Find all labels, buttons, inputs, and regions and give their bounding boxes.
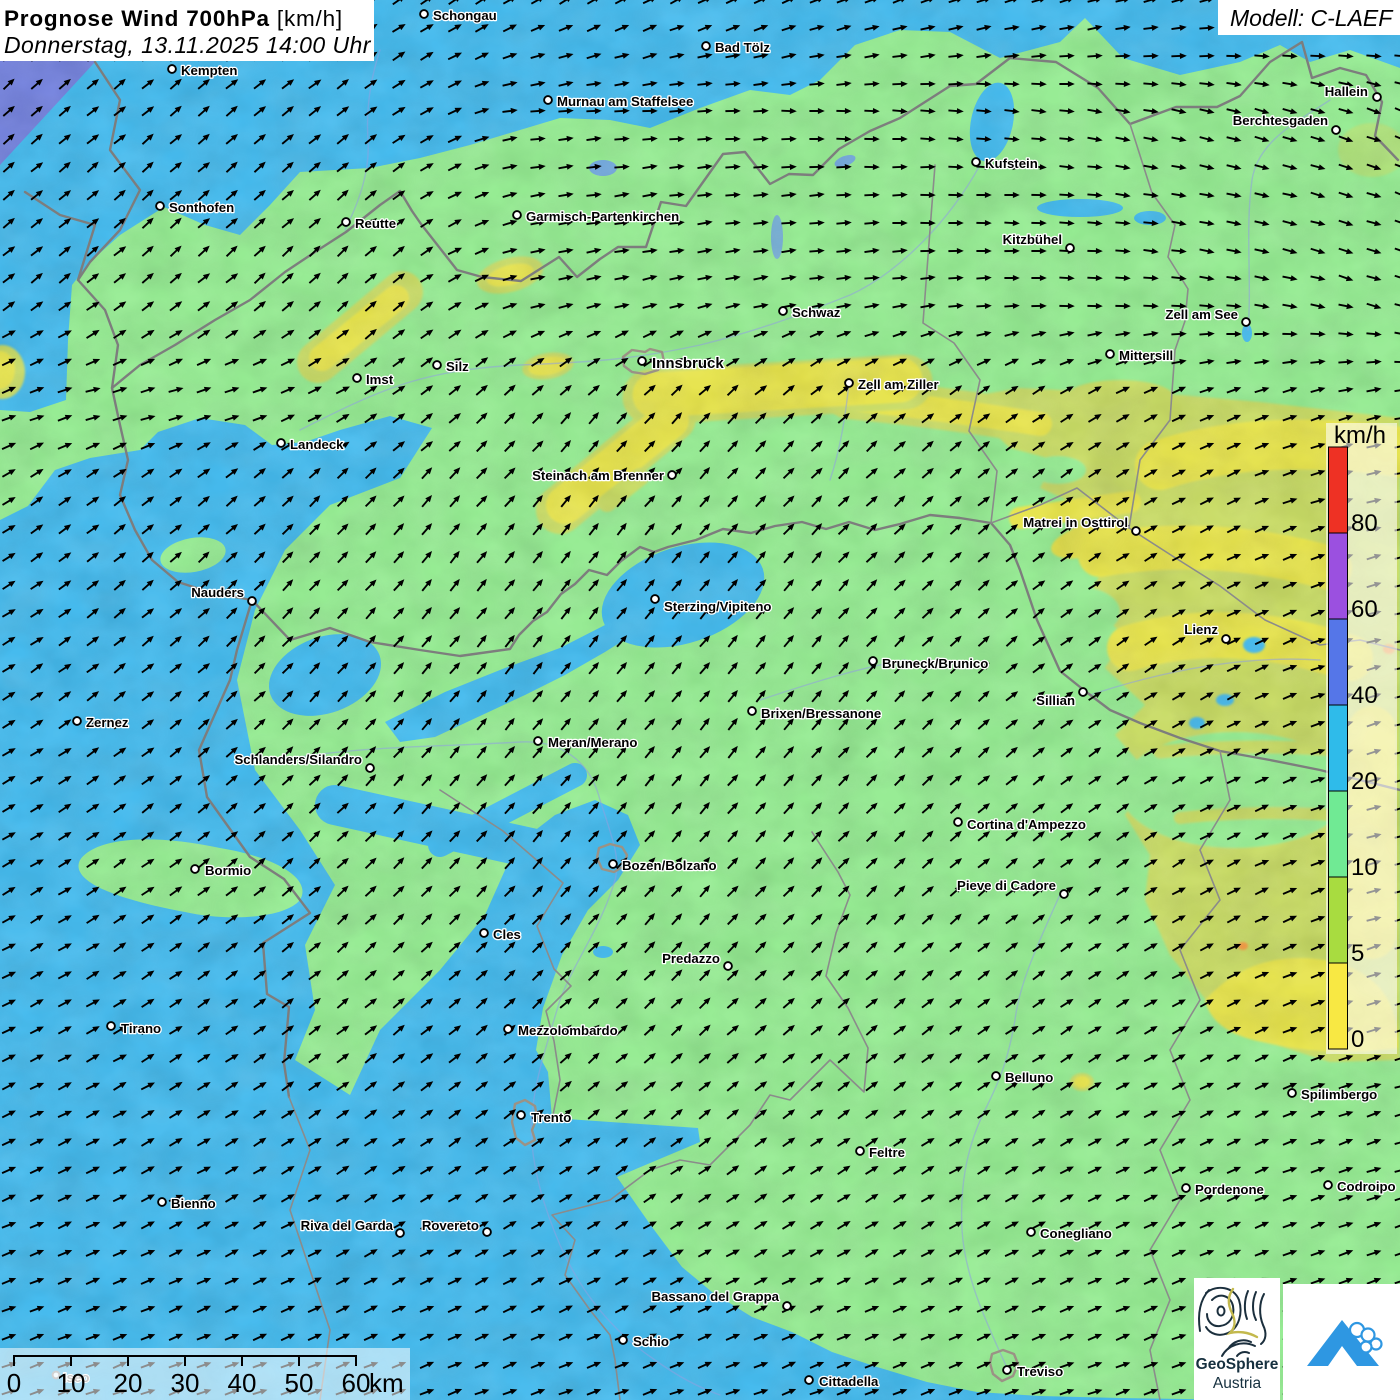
svg-text:Bienno: Bienno [171,1196,216,1211]
svg-text:40: 40 [1351,682,1378,709]
svg-text:0: 0 [1351,1026,1364,1053]
svg-text:Cortina d'Ampezzo: Cortina d'Ampezzo [967,817,1086,832]
svg-text:Cles: Cles [493,927,521,942]
svg-text:80: 80 [1351,510,1378,537]
svg-text:50: 50 [285,1368,314,1398]
svg-text:0: 0 [7,1368,21,1398]
svg-text:km: km [369,1368,404,1398]
svg-text:Modell: C-LAEF: Modell: C-LAEF [1230,5,1394,31]
svg-text:Meran/Merano: Meran/Merano [548,735,637,750]
svg-text:Zell am See: Zell am See [1165,307,1238,322]
svg-text:Trento: Trento [531,1110,571,1125]
svg-text:Nauders: Nauders [191,585,244,600]
svg-text:20: 20 [114,1368,143,1398]
svg-text:Zernez: Zernez [86,715,129,730]
svg-text:Tirano: Tirano [121,1021,161,1036]
svg-text:Belluno: Belluno [1005,1070,1053,1085]
svg-text:Bassano del Grappa: Bassano del Grappa [651,1289,779,1304]
svg-text:60: 60 [342,1368,371,1398]
svg-text:Codroipo: Codroipo [1337,1179,1396,1194]
svg-text:Schongau: Schongau [433,8,497,23]
svg-text:Kufstein: Kufstein [985,156,1038,171]
svg-text:30: 30 [171,1368,200,1398]
svg-text:Riva del Garda: Riva del Garda [301,1218,394,1233]
svg-text:km/h: km/h [1334,422,1386,449]
svg-text:Brixen/Bressanone: Brixen/Bressanone [761,706,881,721]
svg-text:Zell am Ziller: Zell am Ziller [858,377,939,392]
svg-text:Pieve di Cadore: Pieve di Cadore [957,878,1056,893]
svg-text:Kempten: Kempten [181,63,237,78]
svg-text:Steinach am Brenner: Steinach am Brenner [532,468,664,483]
svg-text:Sonthofen: Sonthofen [169,200,234,215]
svg-text:Predazzo: Predazzo [662,951,720,966]
svg-text:Rovereto: Rovereto [422,1218,479,1233]
svg-text:Bruneck/Brunico: Bruneck/Brunico [882,656,988,671]
svg-text:Bad Tölz: Bad Tölz [715,40,770,55]
svg-text:Donnerstag, 13.11.2025 14:00 U: Donnerstag, 13.11.2025 14:00 Uhr [4,32,372,58]
svg-text:Bormio: Bormio [205,863,251,878]
svg-text:Spilimbergo: Spilimbergo [1301,1087,1377,1102]
svg-text:Bozen/Bolzano: Bozen/Bolzano [622,858,717,873]
svg-text:10: 10 [57,1368,86,1398]
svg-text:Treviso: Treviso [1017,1364,1063,1379]
svg-text:Reutte: Reutte [355,216,396,231]
svg-text:60: 60 [1351,596,1378,623]
svg-text:40: 40 [228,1368,257,1398]
svg-text:Austria: Austria [1213,1375,1262,1392]
svg-text:Landeck: Landeck [290,437,344,452]
svg-text:Schwaz: Schwaz [792,305,841,320]
svg-text:Mittersill: Mittersill [1119,348,1173,363]
svg-text:Innsbruck: Innsbruck [652,355,724,372]
svg-text:5: 5 [1351,940,1364,967]
svg-text:Murnau am Staffelsee: Murnau am Staffelsee [557,94,693,109]
svg-text:Mezzolombardo: Mezzolombardo [518,1023,618,1038]
svg-text:Prognose Wind 700hPa [km/h]: Prognose Wind 700hPa [km/h] [4,6,343,31]
svg-text:Cittadella: Cittadella [819,1374,879,1389]
svg-text:Garmisch-Partenkirchen: Garmisch-Partenkirchen [526,209,679,224]
svg-text:GeoSphere: GeoSphere [1196,1356,1279,1373]
svg-text:Pordenone: Pordenone [1195,1182,1264,1197]
svg-text:Berchtesgaden: Berchtesgaden [1233,113,1328,128]
svg-text:Schio: Schio [633,1334,669,1349]
svg-text:Schlanders/Silandro: Schlanders/Silandro [234,752,362,767]
svg-text:Sillian: Sillian [1036,693,1075,708]
svg-text:Feltre: Feltre [869,1145,905,1160]
svg-text:Matrei in Osttirol: Matrei in Osttirol [1023,515,1128,530]
svg-text:Imst: Imst [366,372,394,387]
svg-text:Sterzing/Vipiteno: Sterzing/Vipiteno [664,599,771,614]
svg-text:Conegliano: Conegliano [1040,1226,1112,1241]
svg-text:20: 20 [1351,768,1378,795]
svg-text:Silz: Silz [446,359,469,374]
svg-text:Kitzbühel: Kitzbühel [1003,232,1062,247]
svg-text:10: 10 [1351,854,1378,881]
svg-text:Lienz: Lienz [1184,622,1218,637]
svg-text:Hallein: Hallein [1325,84,1368,99]
